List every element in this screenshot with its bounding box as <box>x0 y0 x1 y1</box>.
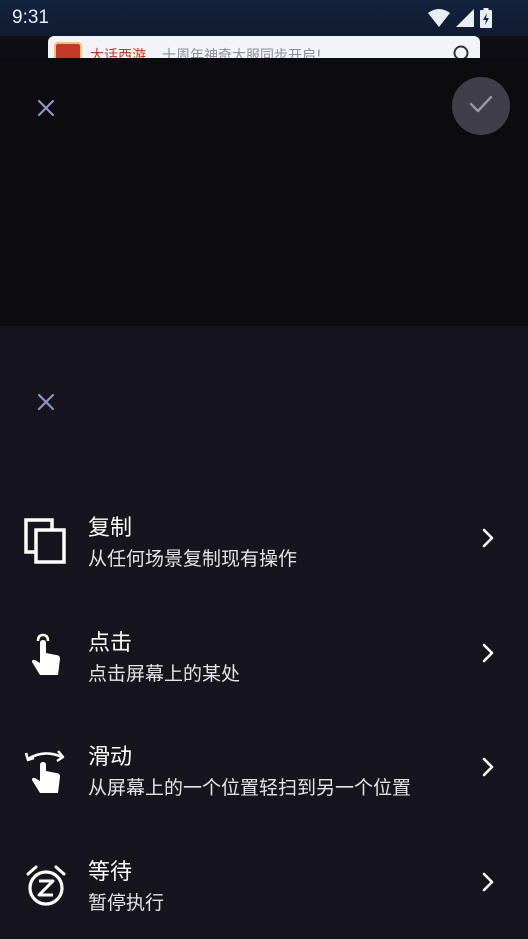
chevron-right-icon <box>476 526 500 550</box>
swipe-icon <box>24 747 68 795</box>
status-icons <box>428 7 492 29</box>
action-description: 从任何场景复制现有操作 <box>88 548 298 570</box>
close-icon <box>37 393 55 415</box>
sheet-close-button[interactable] <box>32 390 60 418</box>
confirm-button[interactable] <box>452 77 510 135</box>
action-swipe[interactable]: 滑动 从屏幕上的一个位置轻扫到另一个位置 <box>0 725 528 821</box>
close-button[interactable] <box>32 96 60 124</box>
chevron-right-icon <box>476 641 500 665</box>
action-copy[interactable]: 复制 从任何场景复制现有操作 <box>0 496 528 592</box>
wifi-icon <box>428 8 450 28</box>
action-title: 等待 <box>88 860 133 885</box>
action-title: 点击 <box>88 631 133 656</box>
action-tap[interactable]: 点击 点击屏幕上的某处 <box>0 611 528 707</box>
battery-icon <box>480 8 492 28</box>
chevron-right-icon <box>476 870 500 894</box>
copy-icon <box>24 518 68 566</box>
status-time: 9:31 <box>12 7 49 28</box>
action-description: 点击屏幕上的某处 <box>88 663 241 685</box>
close-icon <box>37 99 55 121</box>
check-icon <box>469 94 493 118</box>
action-wait[interactable]: 等待 暂停执行 <box>0 840 528 936</box>
action-description: 暂停执行 <box>88 892 165 914</box>
action-title: 滑动 <box>88 745 133 770</box>
alarm-snooze-icon <box>24 862 68 910</box>
editor-panel <box>0 58 528 326</box>
action-description: 从屏幕上的一个位置轻扫到另一个位置 <box>88 777 412 799</box>
action-title: 复制 <box>88 516 133 541</box>
status-bar: 9:31 <box>0 0 528 36</box>
cellular-signal-icon <box>456 9 474 27</box>
tap-icon <box>24 633 68 681</box>
action-picker-sheet: 复制 从任何场景复制现有操作 点击 点击屏幕上的某处 滑动 从屏幕上的一个位置轻… <box>0 326 528 939</box>
chevron-right-icon <box>476 755 500 779</box>
